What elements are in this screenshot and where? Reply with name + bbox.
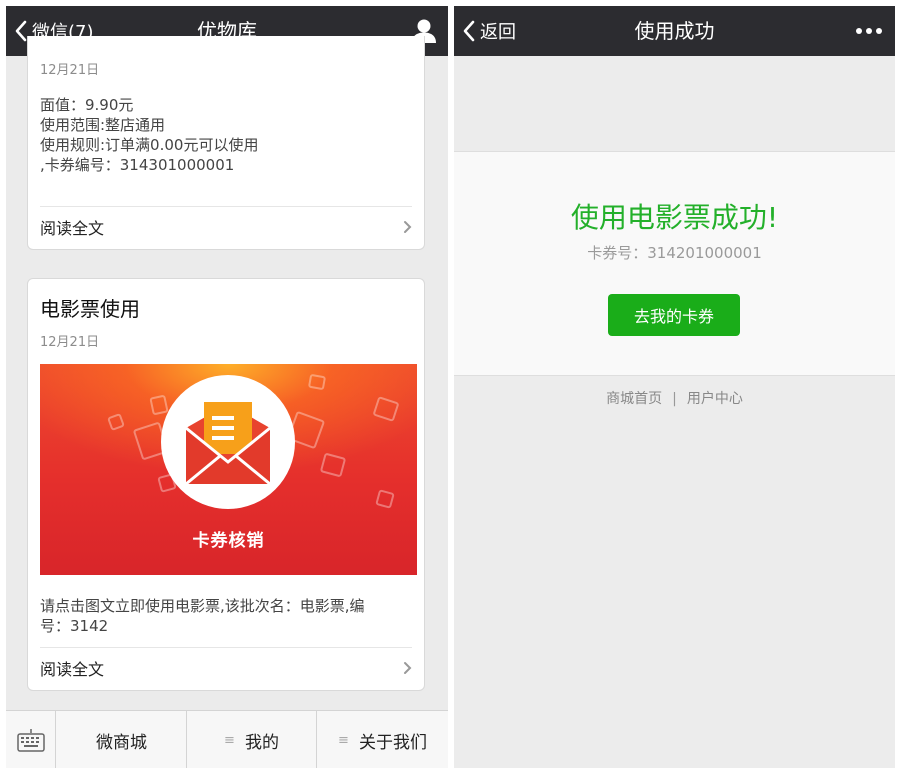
- back-button[interactable]: 返回: [462, 6, 516, 56]
- shop-home-link[interactable]: 商城首页: [606, 391, 662, 407]
- article-desc-line: 请点击图文立即使用电影票,该批次名：电影票,编: [40, 597, 365, 615]
- bottom-menu-bar: 微商城 ≡ 我的 ≡ 关于我们: [6, 710, 448, 768]
- article-desc-line: 号：3142: [40, 617, 109, 635]
- article-line: 使用范围:整店通用: [40, 116, 166, 134]
- keyboard-icon: [16, 729, 45, 752]
- menu-lines-icon: ≡: [224, 732, 235, 748]
- more-button[interactable]: [853, 18, 885, 44]
- more-icon: [856, 28, 882, 34]
- chevron-left-icon: [15, 20, 27, 42]
- article-line: ,卡券编号：314301000001: [40, 156, 235, 174]
- read-more-link[interactable]: 阅读全文: [40, 647, 412, 687]
- keyboard-toggle-button[interactable]: [6, 711, 56, 768]
- success-panel: 使用电影票成功! 卡券号：314201000001 去我的卡券: [454, 151, 895, 376]
- menu-tab-label: 微商城: [96, 732, 147, 753]
- movie-ticket-article-card[interactable]: 电影票使用 12月21日 卡券核销 请点击图文立即使用电影票,该批次名：电影票,…: [27, 278, 425, 691]
- article-title: 电影票使用: [40, 297, 140, 321]
- left-screen: 微信(7) 优物库 12月21日 面值：9.90元 使用范围:整店通用 使用规则…: [6, 6, 448, 768]
- banner-label: 卡券核销: [192, 531, 265, 551]
- card-number: 卡券号：314201000001: [587, 244, 762, 262]
- article-date: 12月21日: [40, 335, 100, 350]
- article-cover-image[interactable]: 卡券核销: [40, 364, 417, 575]
- menu-tab-label: 我的: [244, 732, 279, 753]
- chevron-left-icon: [463, 20, 475, 42]
- top-nav-bar: 返回 使用成功: [454, 6, 895, 56]
- success-title: 使用电影票成功!: [570, 201, 779, 234]
- footer-links: 商城首页 | 用户中心: [454, 388, 895, 408]
- chevron-right-icon: [404, 220, 412, 233]
- menu-tab-mine[interactable]: ≡ 我的: [187, 711, 317, 768]
- menu-tab-label: 关于我们: [358, 732, 427, 753]
- button-label: 去我的卡券: [633, 307, 714, 326]
- coupon-article-card[interactable]: 12月21日 面值：9.90元 使用范围:整店通用 使用规则:订单满0.00元可…: [27, 36, 425, 250]
- page-title: 使用成功: [634, 19, 715, 43]
- user-center-link[interactable]: 用户中心: [687, 391, 743, 407]
- read-more-link[interactable]: 阅读全文: [40, 206, 412, 246]
- menu-tab-about[interactable]: ≡ 关于我们: [317, 711, 448, 768]
- footer-separator: |: [672, 391, 677, 407]
- go-to-my-cards-button[interactable]: 去我的卡券: [608, 294, 740, 336]
- menu-tab-weishop[interactable]: 微商城: [57, 711, 187, 768]
- read-more-label: 阅读全文: [40, 218, 105, 238]
- chevron-right-icon: [404, 661, 412, 674]
- right-screen: 返回 使用成功 使用电影票成功! 卡券号：314201000001 去我的卡券 …: [454, 6, 895, 768]
- menu-lines-icon: ≡: [338, 732, 349, 748]
- article-line: 面值：9.90元: [40, 96, 134, 114]
- read-more-label: 阅读全文: [40, 659, 105, 679]
- article-line: 使用规则:订单满0.00元可以使用: [40, 136, 259, 154]
- article-date: 12月21日: [40, 63, 100, 78]
- back-label: 返回: [480, 22, 516, 43]
